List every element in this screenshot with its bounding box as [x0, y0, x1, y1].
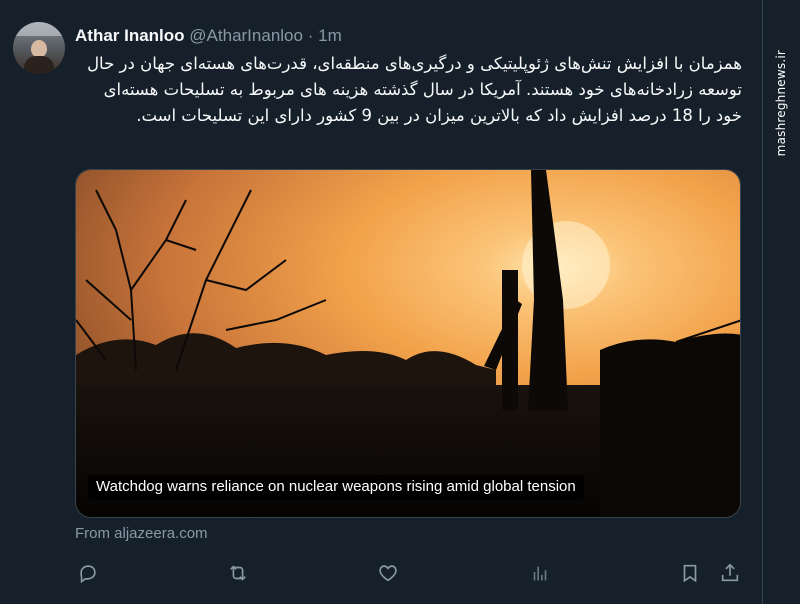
tweet-header: Athar Inanloo @AtharInanloo · 1m — [75, 25, 342, 47]
card-source[interactable]: From aljazeera.com — [75, 525, 208, 542]
user-handle[interactable]: @AtharInanloo — [189, 26, 303, 45]
link-card[interactable]: Watchdog warns reliance on nuclear weapo… — [75, 169, 741, 518]
action-bar — [75, 560, 742, 588]
views-icon[interactable] — [527, 560, 553, 586]
brand-logo: ​ — [766, 12, 794, 40]
avatar[interactable] — [13, 22, 65, 74]
retweet-icon[interactable] — [225, 560, 251, 586]
card-image — [76, 170, 740, 517]
tweet[interactable]: Athar Inanloo @AtharInanloo · 1m همزمان … — [0, 0, 762, 604]
reply-icon[interactable] — [75, 560, 101, 586]
card-caption: Watchdog warns reliance on nuclear weapo… — [88, 475, 584, 500]
like-icon[interactable] — [375, 560, 401, 586]
watermark-strip: ​ mashreghnews.ir — [762, 0, 800, 604]
timestamp[interactable]: 1m — [318, 26, 342, 45]
brand-url: mashreghnews.ir — [774, 50, 788, 157]
share-icon[interactable] — [717, 560, 743, 586]
separator-dot: · — [307, 26, 314, 45]
bookmark-icon[interactable] — [677, 560, 703, 586]
tweet-text: همزمان با افزایش تنش‌های ژئوپلیتیکی و در… — [87, 54, 742, 125]
display-name[interactable]: Athar Inanloo — [75, 26, 185, 45]
